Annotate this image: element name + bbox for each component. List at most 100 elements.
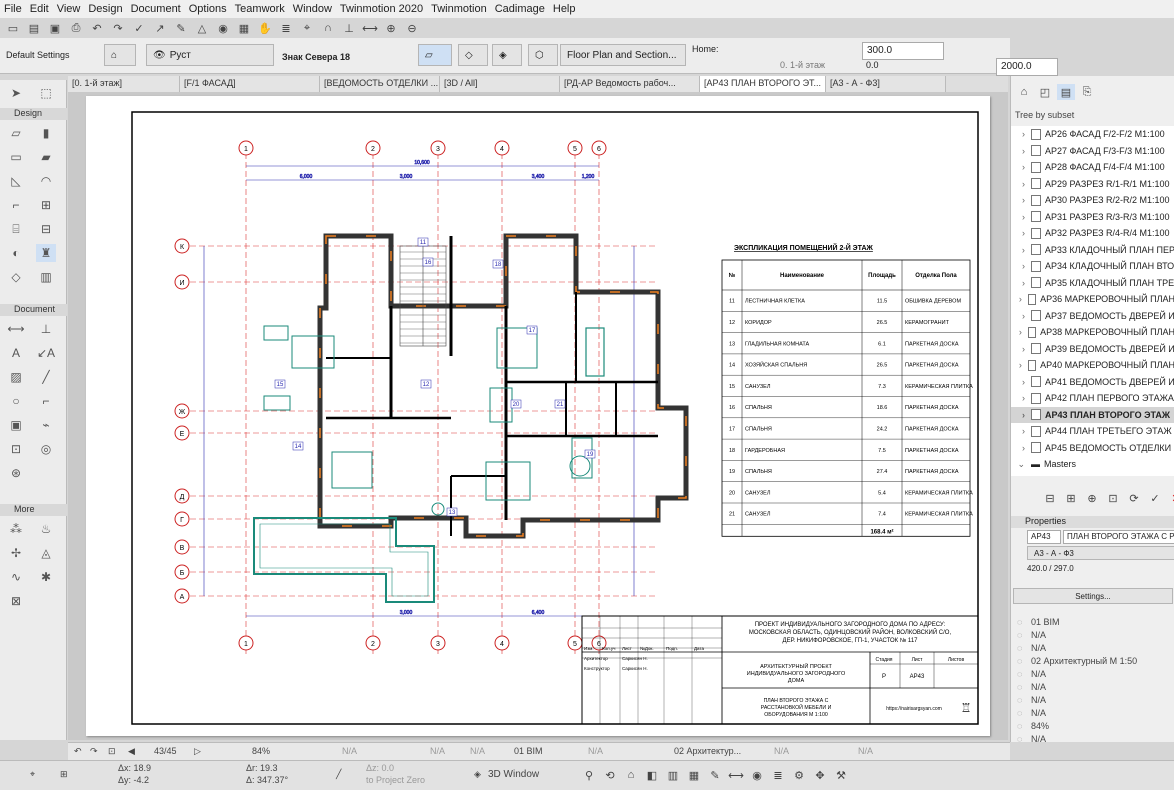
masters-folder[interactable]: ⌄ ▬ Masters	[1011, 456, 1174, 472]
worksheet-tool-icon[interactable]: ⊡	[6, 440, 26, 458]
chevron-right-icon[interactable]: ›	[1011, 294, 1028, 304]
layout-tree-item[interactable]: › АР39 ВЕДОМОСТЬ ДВЕРЕЙ И	[1011, 341, 1174, 357]
menu-item[interactable]: Twinmotion	[431, 3, 487, 15]
dimension-tool-icon[interactable]: ⟷	[6, 320, 26, 338]
menu-item[interactable]: Edit	[30, 3, 49, 15]
arrow-tool-icon[interactable]: ➤	[6, 84, 26, 102]
offset-field[interactable]: 0.0	[866, 60, 879, 70]
stair-tool-icon[interactable]: ⌸	[6, 220, 26, 238]
new-folder-icon[interactable]: ⊡	[1104, 490, 1122, 506]
layout-id-field[interactable]: АР43	[1027, 530, 1061, 544]
chevron-right-icon[interactable]: ›	[1011, 393, 1031, 403]
publisher-icon[interactable]: ⎘	[1078, 84, 1096, 100]
chevron-right-icon[interactable]: ›	[1011, 410, 1031, 420]
menu-item[interactable]: Cadimage	[495, 3, 545, 15]
grid-icon[interactable]: ▦	[235, 20, 253, 36]
renovation-icon[interactable]: ⌂	[622, 767, 640, 783]
tree-by-subset-label[interactable]: Tree by subset	[1015, 110, 1074, 120]
properties-header[interactable]: Properties	[1011, 516, 1174, 528]
object-tool-icon[interactable]: ◐	[6, 244, 26, 262]
chevron-right-icon[interactable]: ›	[1011, 129, 1031, 139]
layout-name-field[interactable]: ПЛАН ВТОРОГО ЭТАЖА С РАС	[1063, 530, 1174, 544]
drawing-tool-icon[interactable]: ▣	[6, 416, 26, 434]
text-tool-icon[interactable]: A	[6, 344, 26, 362]
pen-set-icon[interactable]: ✎	[706, 767, 724, 783]
layout-tree-item[interactable]: › АР36 МАРКЕРОВОЧНЫЙ ПЛАН	[1011, 291, 1174, 307]
delta-angle[interactable]: Δ: 347.37°	[246, 775, 288, 785]
layers-bottom-icon[interactable]: ≣	[769, 767, 787, 783]
slab-tool-icon[interactable]: ▰	[36, 148, 56, 166]
menu-item[interactable]: File	[4, 3, 22, 15]
layout-tree-item[interactable]: › АР34 КЛАДОЧНЫЙ ПЛАН ВТО	[1011, 258, 1174, 274]
chevron-right-icon[interactable]: ›	[1011, 212, 1031, 222]
chevron-right-icon[interactable]: ›	[1011, 228, 1031, 238]
triangle-icon[interactable]: △	[193, 20, 211, 36]
menu-item[interactable]: Teamwork	[235, 3, 285, 15]
navigator-map-icon[interactable]: ⌂	[1015, 84, 1033, 100]
menu-item[interactable]: Options	[189, 3, 227, 15]
undo-icon[interactable]: ↶	[88, 20, 106, 36]
pencil-icon[interactable]: ✎	[172, 20, 190, 36]
chevron-right-icon[interactable]: ›	[1011, 278, 1031, 288]
delete-icon[interactable]: ✕	[1167, 490, 1174, 506]
camera-bottom-icon[interactable]: ◉	[748, 767, 766, 783]
skylight-tool-icon[interactable]: ◬	[36, 544, 56, 562]
arrow-icon[interactable]: ↗	[151, 20, 169, 36]
walk-icon[interactable]: ⚲	[580, 767, 598, 783]
elevation-field[interactable]: 2000.0	[996, 58, 1058, 76]
label-tool-icon[interactable]: ↙A	[36, 344, 56, 362]
delta-r[interactable]: Δr: 19.3	[246, 763, 278, 773]
section-tool-icon[interactable]: ⌁	[36, 416, 56, 434]
check-icon[interactable]: ✓	[1146, 490, 1164, 506]
menu-item[interactable]: View	[57, 3, 81, 15]
zoom-out-icon[interactable]: ⊖	[403, 20, 421, 36]
snap-icon[interactable]: ⌖	[298, 20, 316, 36]
document-section[interactable]: Document	[0, 304, 67, 316]
zoom-in-icon[interactable]: ⊕	[382, 20, 400, 36]
magnet-icon[interactable]: ∩	[319, 20, 337, 36]
window-3d-button[interactable]: 3D Window	[488, 769, 539, 780]
tab[interactable]: [0. 1-й этаж]	[68, 76, 180, 92]
orbit-icon[interactable]: ⟲	[601, 767, 619, 783]
column-tool-icon[interactable]: ▮	[36, 124, 56, 142]
window-tool-icon[interactable]: ⊞	[36, 196, 56, 214]
layout-tree-item[interactable]: › АР35 КЛАДОЧНЫЙ ПЛАН ТРЕ	[1011, 275, 1174, 291]
height-field[interactable]: 300.0	[862, 42, 944, 60]
3d-view-button[interactable]: ◈	[492, 44, 522, 66]
radial-tool-icon[interactable]: ✢	[6, 544, 26, 562]
mesh-tool-icon[interactable]: ◇	[6, 268, 26, 286]
morph-tool-icon[interactable]: ⁂	[6, 520, 26, 538]
layer-select[interactable]: 👁 Руст	[146, 44, 274, 66]
tab[interactable]: [РД-АР Ведомость рабоч...	[560, 76, 700, 92]
chevron-right-icon[interactable]: ›	[1011, 195, 1031, 205]
coord-mode-icon[interactable]: ⌖	[30, 769, 35, 780]
chevron-right-icon[interactable]: ›	[1011, 162, 1031, 172]
menu-item[interactable]: Twinmotion 2020	[340, 3, 423, 15]
railing-tool-icon[interactable]: ⊟	[36, 220, 56, 238]
move-icon[interactable]: ✥	[811, 767, 829, 783]
menu-item[interactable]: Help	[553, 3, 576, 15]
wrench-icon[interactable]: ⚒	[832, 767, 850, 783]
zoom-fit-icon[interactable]: ⊡	[108, 746, 116, 757]
layout-canvas[interactable]: 112233445566КИЖЕДГВБА 10,600 6,000 3,000 3,…	[68, 92, 1008, 740]
next-page-icon[interactable]: ▷	[194, 746, 201, 757]
delta-y[interactable]: Δy: -4.2	[118, 775, 149, 785]
dimension-icon[interactable]: ⟷	[727, 767, 745, 783]
chevron-right-icon[interactable]: ›	[1011, 311, 1031, 321]
layout-tree-item[interactable]: › АР44 ПЛАН ТРЕТЬЕГО ЭТАЖ	[1011, 423, 1174, 439]
wall-tool-icon[interactable]: ▱	[6, 124, 26, 142]
layout-tree-item[interactable]: › АР27 ФАСАД F/3-F/3 М1:100	[1011, 143, 1174, 159]
tab[interactable]: [3D / All]	[440, 76, 560, 92]
circle-tool-icon[interactable]: ○	[6, 392, 26, 410]
tab[interactable]: [F/1 ФАСАД]	[180, 76, 320, 92]
beam-tool-icon[interactable]: ▭	[6, 148, 26, 166]
lamp-tool-icon[interactable]: ♨	[36, 520, 56, 538]
delta-x[interactable]: Δx: 18.9	[118, 763, 151, 773]
chevron-right-icon[interactable]: ›	[1011, 146, 1031, 156]
layout-tree-item[interactable]: › АР42 ПЛАН ПЕРВОГО ЭТАЖА	[1011, 390, 1174, 406]
layout-tree-item[interactable]: › АР31 РАЗРЕЗ R/3-R/3 М1:100	[1011, 209, 1174, 225]
master-layout-select[interactable]: А3 - А - Ф3	[1027, 546, 1174, 560]
polyline-tool-icon[interactable]: ⌐	[36, 392, 56, 410]
spline-tool-icon[interactable]: ∿	[6, 568, 26, 586]
new-subset-icon[interactable]: ⊞	[1062, 490, 1080, 506]
